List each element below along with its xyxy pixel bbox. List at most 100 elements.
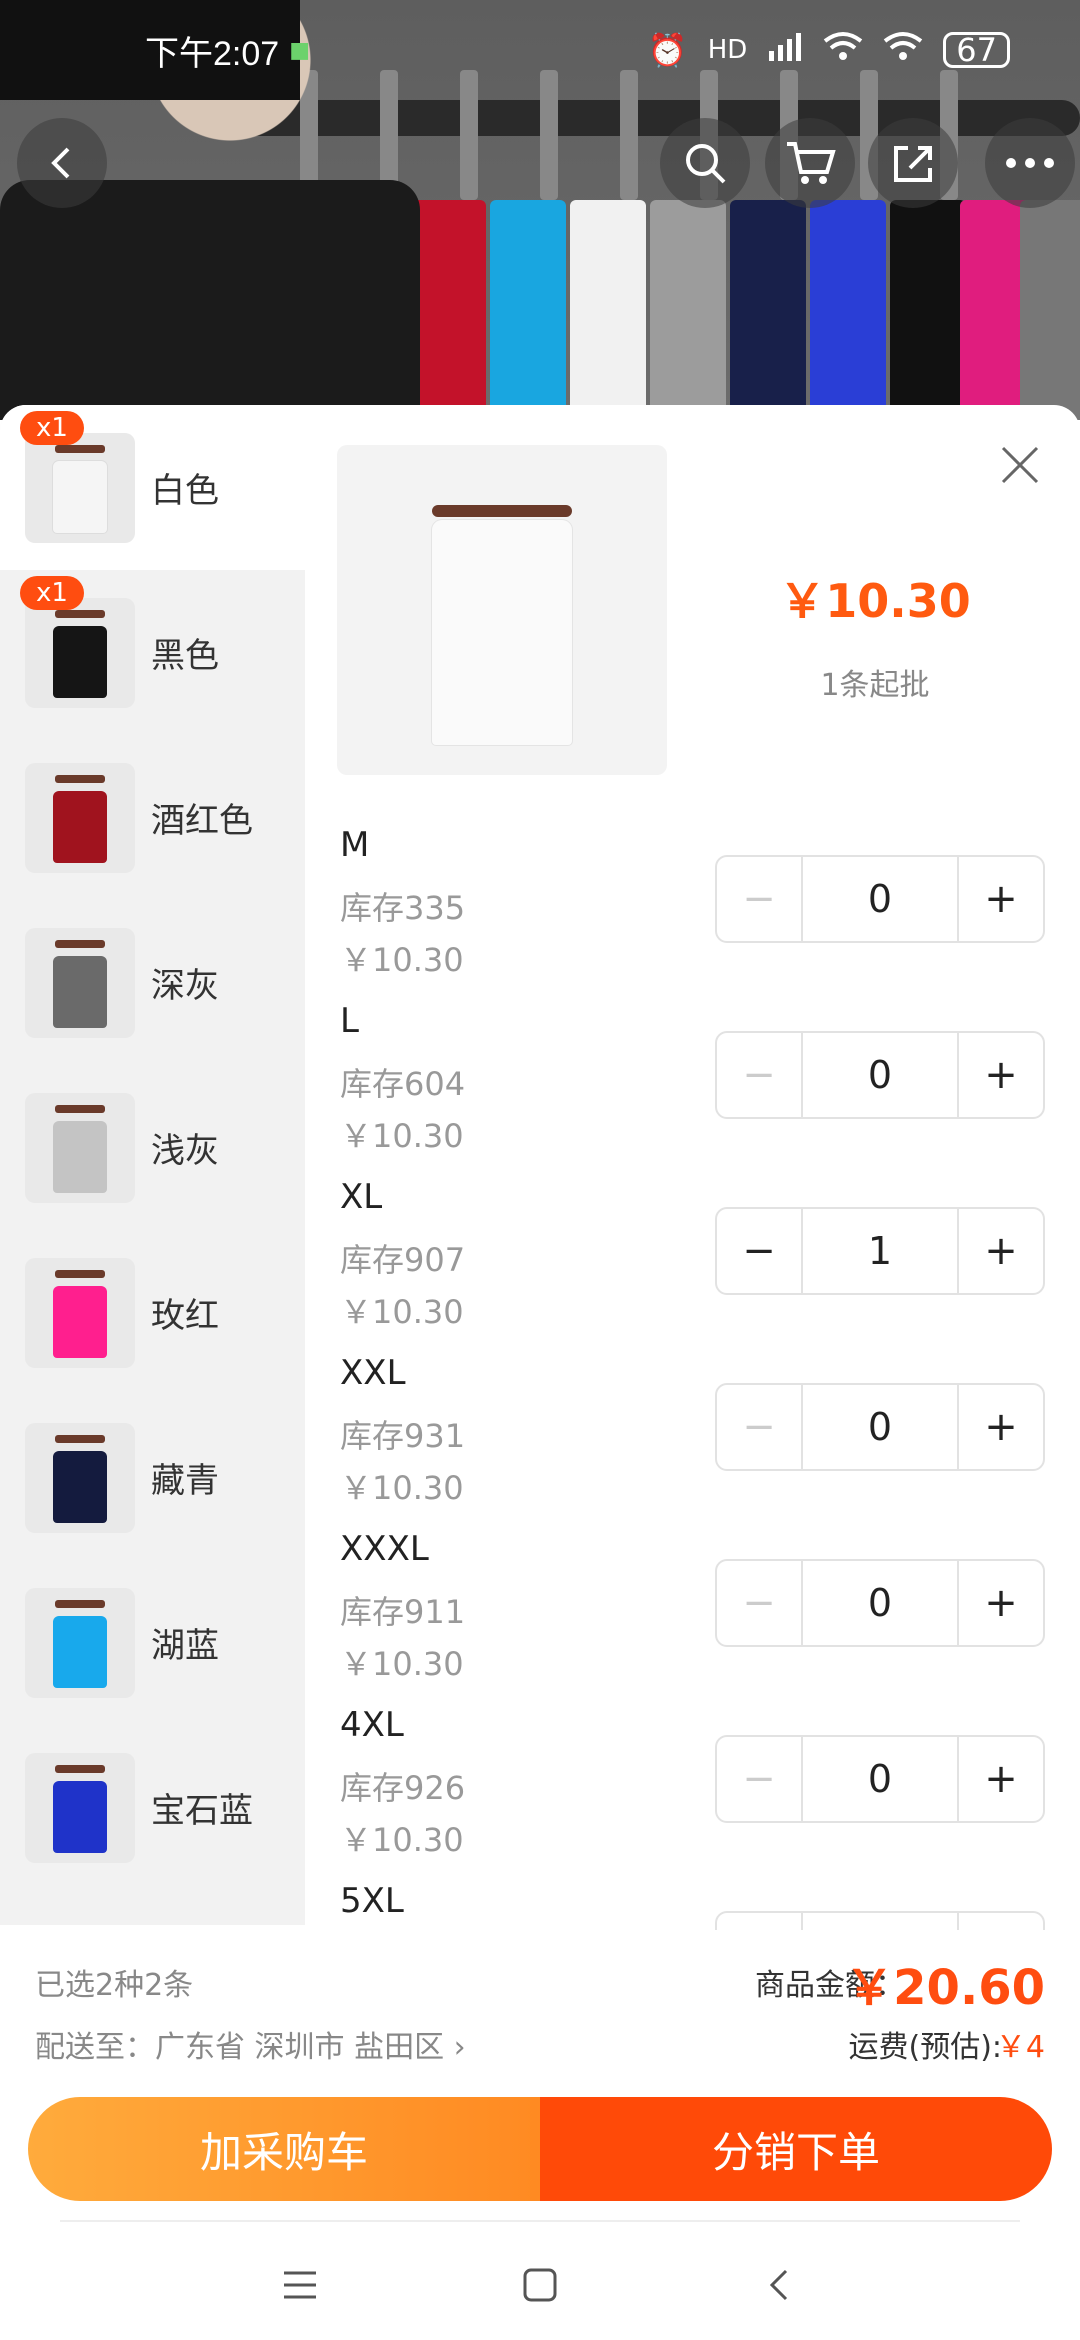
- status-bar: 下午2:07 ■ ⏰ HD 67: [0, 0, 1080, 100]
- quantity-input[interactable]: 0: [801, 857, 959, 941]
- size-price: ￥10.30: [340, 1645, 464, 1683]
- product-garment: [432, 520, 572, 745]
- increment-button[interactable]: +: [959, 857, 1043, 941]
- decrement-button[interactable]: −: [717, 1737, 801, 1821]
- share-button[interactable]: [868, 118, 958, 208]
- decrement-button[interactable]: −: [717, 1385, 801, 1469]
- menu-icon[interactable]: [280, 2267, 320, 2303]
- color-item-wine-red[interactable]: 酒红色: [0, 735, 305, 900]
- quantity-input[interactable]: 0: [801, 1033, 959, 1117]
- system-nav-bar: [0, 2230, 1080, 2340]
- notification-icon: ■: [289, 37, 310, 63]
- cart-button[interactable]: [765, 118, 855, 208]
- color-item-lake-blue[interactable]: 湖蓝: [0, 1560, 305, 1725]
- color-thumbnail: [25, 597, 135, 708]
- size-row-4xl: 4XL 库存926 ￥10.30 − 0 +: [340, 1705, 1060, 1881]
- color-swatch: [53, 1450, 107, 1523]
- size-row-m: M 库存335 ￥10.30 − 0 +: [340, 825, 1060, 1001]
- more-button[interactable]: [985, 118, 1075, 208]
- garment-navy: [730, 200, 806, 420]
- quantity-stepper: − 0 +: [715, 1559, 1045, 1647]
- back-button[interactable]: [17, 118, 107, 208]
- color-item-light-grey[interactable]: 浅灰: [0, 1065, 305, 1230]
- color-swatch: [53, 460, 107, 533]
- decrement-button[interactable]: −: [717, 857, 801, 941]
- color-item-dark-grey[interactable]: 深灰: [0, 900, 305, 1065]
- size-name: M: [340, 825, 370, 865]
- size-price: ￥10.30: [340, 941, 464, 979]
- quantity-input[interactable]: 0: [801, 1561, 959, 1645]
- size-stock: 库存907: [340, 1241, 466, 1279]
- minimum-order: 1条起批: [820, 668, 930, 703]
- decrement-button[interactable]: −: [717, 1561, 801, 1645]
- increment-button[interactable]: +: [959, 1033, 1043, 1117]
- color-thumbnail: [25, 762, 135, 873]
- more-icon: [1006, 158, 1054, 168]
- quantity-badge: x1: [20, 411, 84, 445]
- color-label: 玫红: [151, 1296, 219, 1336]
- size-stock: 库存926: [340, 1769, 466, 1807]
- color-thumbnail: [25, 1587, 135, 1698]
- color-swatch: [53, 1120, 107, 1193]
- increment-button[interactable]: +: [959, 1737, 1043, 1821]
- color-swatch: [53, 1285, 107, 1358]
- color-label: 酒红色: [151, 801, 253, 841]
- search-icon: [686, 144, 726, 184]
- garment-red: [410, 200, 486, 420]
- size-name: 4XL: [340, 1705, 404, 1745]
- network-label: HD: [707, 35, 748, 65]
- ship-to-address[interactable]: 配送至：广东省 深圳市 盐田区 ›: [35, 2022, 466, 2066]
- quantity-input[interactable]: 1: [801, 1209, 959, 1293]
- size-stock: 库存911: [340, 1593, 466, 1631]
- decrement-button[interactable]: −: [717, 1033, 801, 1117]
- color-label: 藏青: [151, 1461, 219, 1501]
- color-item-rose-red[interactable]: 玫红: [0, 1230, 305, 1395]
- increment-button[interactable]: +: [959, 1561, 1043, 1645]
- size-stock: 库存931: [340, 1417, 466, 1455]
- color-thumbnail: [25, 1257, 135, 1368]
- color-item-navy[interactable]: 藏青: [0, 1395, 305, 1560]
- decrement-button[interactable]: −: [717, 1209, 801, 1293]
- size-row-xxl: XXL 库存931 ￥10.30 − 0 +: [340, 1353, 1060, 1529]
- quantity-stepper: − 0 +: [715, 1031, 1045, 1119]
- size-name: 5XL: [340, 1881, 404, 1921]
- size-price: ￥10.30: [340, 1117, 464, 1155]
- back-arrow-icon: [51, 147, 70, 179]
- wifi-icon: [823, 31, 863, 69]
- size-stock: 库存335: [340, 889, 466, 927]
- color-label: 黑色: [151, 636, 219, 676]
- color-thumbnail: [25, 927, 135, 1038]
- signal-icon: [767, 31, 803, 69]
- color-thumbnail: [25, 432, 135, 543]
- quantity-stepper: − 0 +: [715, 1383, 1045, 1471]
- quantity-input[interactable]: 0: [801, 1385, 959, 1469]
- color-item-black[interactable]: 黑色 x1: [0, 570, 305, 735]
- size-name: XXXL: [340, 1529, 429, 1569]
- color-swatch: [53, 790, 107, 863]
- increment-button[interactable]: +: [959, 1385, 1043, 1469]
- quantity-stepper: − 0 +: [715, 855, 1045, 943]
- share-icon: [894, 146, 932, 182]
- close-icon[interactable]: [995, 440, 1045, 490]
- place-order-button[interactable]: 分销下单: [540, 2097, 1052, 2201]
- home-icon[interactable]: [520, 2265, 560, 2305]
- garment-blue: [490, 200, 566, 420]
- color-item-sapphire-blue[interactable]: 宝石蓝: [0, 1725, 305, 1890]
- add-to-cart-button[interactable]: 加采购车: [28, 2097, 540, 2201]
- model-shorts: [0, 180, 420, 420]
- color-label: 浅灰: [151, 1131, 219, 1171]
- color-swatch: [53, 1615, 107, 1688]
- color-swatch: [53, 625, 107, 698]
- size-list: M 库存335 ￥10.30 − 0 + L 库存604 ￥10.30 − 0 …: [340, 825, 1060, 2057]
- color-item-white[interactable]: 白色 x1: [0, 405, 305, 570]
- quantity-input[interactable]: 0: [801, 1737, 959, 1821]
- increment-button[interactable]: +: [959, 1209, 1043, 1293]
- back-icon[interactable]: [760, 2265, 800, 2305]
- alarm-icon: ⏰: [647, 31, 688, 69]
- quantity-stepper: − 0 +: [715, 1735, 1045, 1823]
- search-button[interactable]: [660, 118, 750, 208]
- freight-value: ￥4: [995, 2030, 1045, 2065]
- action-buttons: 加采购车 分销下单: [28, 2097, 1052, 2201]
- size-row-xxxl: XXXL 库存911 ￥10.30 − 0 +: [340, 1529, 1060, 1705]
- selected-product-image[interactable]: [337, 445, 667, 775]
